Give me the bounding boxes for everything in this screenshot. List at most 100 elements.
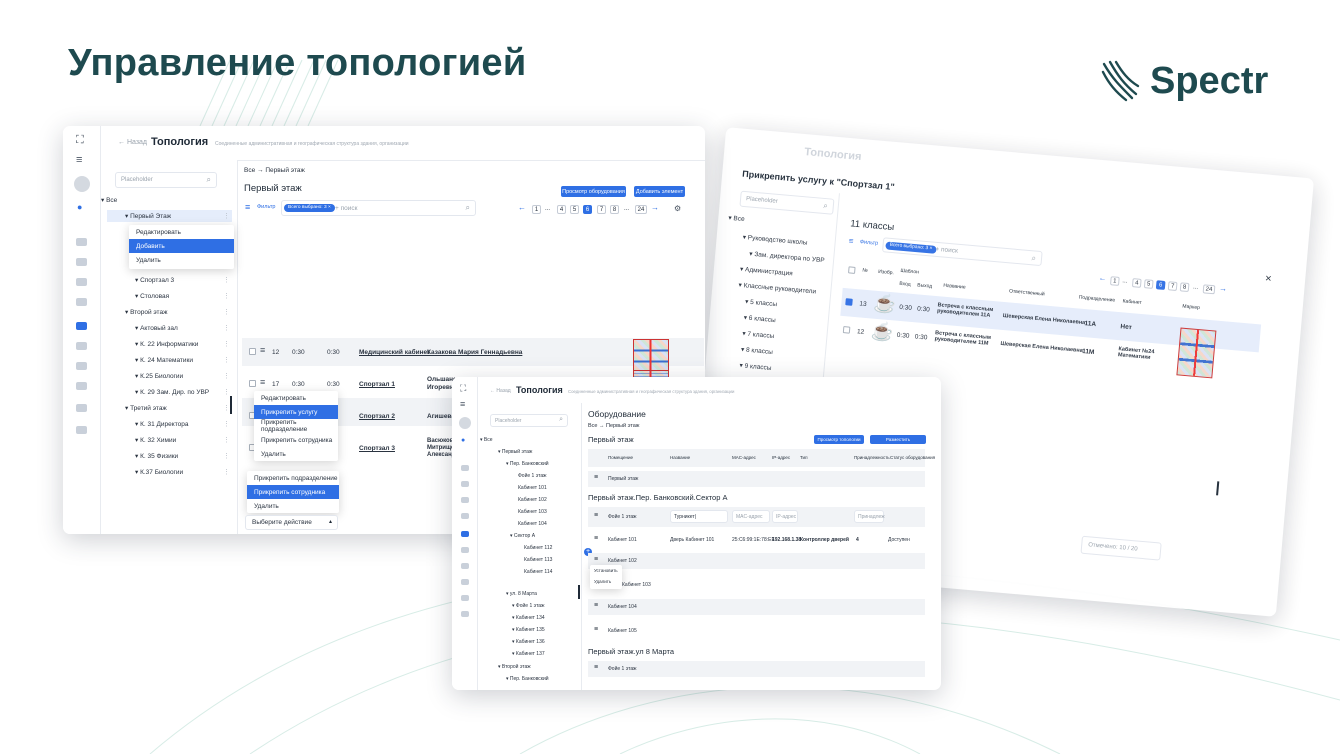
page-button[interactable]: 8 bbox=[610, 205, 619, 214]
page-button[interactable]: 5 bbox=[570, 205, 579, 214]
row-checkbox[interactable] bbox=[249, 348, 256, 355]
tree-item[interactable]: ▾ К.37 Биологии bbox=[135, 468, 183, 476]
camera-icon[interactable] bbox=[461, 497, 469, 503]
menu-item-delete[interactable]: Удалить bbox=[254, 447, 338, 461]
close-icon[interactable]: × bbox=[1265, 273, 1272, 286]
tree-item[interactable]: ▾ Пер. Банковский bbox=[506, 461, 549, 467]
row-checkbox[interactable] bbox=[842, 326, 851, 334]
menu-item-delete[interactable]: Удалить bbox=[129, 253, 234, 267]
tree-item[interactable]: Фойе 1 этаж bbox=[518, 473, 547, 479]
select-all-checkbox[interactable] bbox=[848, 266, 856, 274]
table-row[interactable]: ≡ Кабинет 105 bbox=[588, 623, 925, 639]
tree-item[interactable]: ▾ 5 классы bbox=[745, 297, 778, 308]
view-topology-button[interactable]: Просмотр топологии bbox=[814, 435, 864, 444]
filter-search-input[interactable]: Всего выбрано: 3 × + поиск ⌕ bbox=[881, 237, 1043, 267]
tree-item[interactable]: ▾ Сектор А bbox=[510, 533, 535, 539]
page-button[interactable]: 7 bbox=[597, 205, 606, 214]
more-icon[interactable]: ⋮ bbox=[223, 308, 230, 316]
drag-handle-icon[interactable]: ≡ bbox=[594, 556, 598, 563]
avatar[interactable] bbox=[74, 176, 90, 192]
table-row[interactable]: ≡ Кабинет 101 Дверь Кабинет 101 25:C6:99… bbox=[588, 531, 925, 549]
tree-item[interactable]: ▾ Актовый зал bbox=[135, 324, 178, 332]
filter-icon[interactable]: ≡ bbox=[245, 202, 250, 212]
team-icon[interactable] bbox=[461, 547, 469, 553]
table-row[interactable]: ≡ Первый этаж bbox=[588, 471, 925, 487]
table-row[interactable]: ≡ Кабинет 102 bbox=[588, 553, 925, 569]
drag-handle-icon[interactable]: ≡ bbox=[260, 377, 265, 387]
drag-handle-icon[interactable]: ≡ bbox=[594, 626, 598, 633]
filter-icon[interactable]: ≡ bbox=[848, 236, 853, 245]
tree-item[interactable]: ▾ К. 31 Директора bbox=[135, 420, 188, 428]
back-link[interactable]: ← Назад bbox=[490, 388, 511, 394]
tree-item[interactable]: ▾ ул. 8 Марта bbox=[506, 591, 537, 597]
scan-icon[interactable]: ⛶ bbox=[76, 134, 84, 147]
floor-plan-thumbnail[interactable] bbox=[1176, 327, 1217, 379]
next-page-icon[interactable]: → bbox=[1219, 284, 1228, 294]
wifi-icon[interactable] bbox=[461, 579, 469, 585]
id-card-icon[interactable] bbox=[461, 563, 469, 569]
avatar[interactable] bbox=[459, 417, 471, 429]
tree-item[interactable]: ▾ Кабинет 136 bbox=[512, 639, 545, 645]
tree-item[interactable]: ▾ К. 22 Информатики bbox=[135, 340, 198, 348]
tree-item[interactable]: Кабинет 112 bbox=[524, 545, 552, 551]
filter-search-input[interactable]: Всего выбрано: 3 × + поиск ⌕ bbox=[281, 200, 476, 216]
menu-item-attach-employee[interactable]: Прикрепить сотрудника bbox=[254, 433, 338, 447]
prev-page-icon[interactable]: ← bbox=[1098, 273, 1107, 283]
tree-item[interactable]: ▾ Фойе 1 этаж bbox=[512, 603, 544, 609]
drag-handle-icon[interactable]: ≡ bbox=[594, 535, 598, 542]
next-page-icon[interactable]: → bbox=[651, 203, 659, 212]
page-button-current[interactable]: 6 bbox=[583, 205, 592, 214]
view-equipment-button[interactable]: Просмотр оборудования bbox=[561, 186, 626, 197]
tree-item[interactable]: ▾ 8 классы bbox=[741, 345, 774, 356]
tree-item[interactable]: ▾ Кабинет 134 bbox=[512, 615, 545, 621]
name-input[interactable]: Турникет| bbox=[670, 510, 728, 523]
page-button[interactable]: 5 bbox=[1143, 279, 1154, 289]
user-icon[interactable] bbox=[461, 481, 469, 487]
more-icon[interactable]: ⋮ bbox=[223, 212, 230, 220]
tree-search-input[interactable]: Placeholder ⌕ bbox=[739, 190, 835, 215]
table-row[interactable]: ≡ Фойе 1 этаж Турникет| MAC-адрес IP-адр… bbox=[588, 507, 925, 527]
filter-label[interactable]: Фильтр bbox=[257, 204, 275, 210]
tree-item[interactable]: ▾ Администрация bbox=[740, 265, 793, 278]
topology-icon[interactable] bbox=[76, 322, 87, 330]
home-icon[interactable] bbox=[76, 238, 87, 246]
tree-item[interactable]: ▾ Первый Этаж bbox=[125, 212, 171, 220]
back-link[interactable]: ← Назад bbox=[118, 139, 147, 146]
tree-item[interactable]: ▾ К. 32 Химии bbox=[135, 436, 176, 444]
mac-input[interactable]: MAC-адрес bbox=[732, 510, 770, 523]
more-icon[interactable]: ⋮ bbox=[223, 452, 230, 460]
page-button[interactable]: 1 bbox=[1109, 276, 1120, 286]
menu-item-attach-department[interactable]: Прикрепить подразделение bbox=[247, 471, 339, 485]
drag-handle-icon[interactable]: ≡ bbox=[260, 345, 265, 355]
selected-chip[interactable]: Всего выбрано: 3 × bbox=[885, 241, 937, 254]
wifi-icon[interactable] bbox=[76, 382, 87, 390]
tree-item[interactable]: Кабинет 104 bbox=[518, 521, 547, 527]
prev-page-icon[interactable]: ← bbox=[518, 203, 526, 212]
drag-handle-icon[interactable]: ≡ bbox=[594, 474, 598, 481]
tree-item[interactable]: ▾ Столовая bbox=[135, 292, 169, 300]
tree-item[interactable]: Кабинет 114 bbox=[524, 569, 552, 575]
more-icon[interactable]: ⋮ bbox=[223, 388, 230, 396]
tree-item[interactable]: ▾ Третий этаж bbox=[125, 404, 167, 412]
tree-item[interactable]: ▾ Второй этаж bbox=[498, 664, 531, 670]
affiliation-input[interactable]: Принадлеж bbox=[854, 510, 885, 523]
id-card-icon[interactable] bbox=[76, 362, 87, 370]
team-icon[interactable] bbox=[76, 342, 87, 350]
tree-item[interactable]: ▾ К. 24 Математики bbox=[135, 356, 193, 364]
drag-handle-icon[interactable]: ≡ bbox=[594, 602, 598, 609]
more-icon[interactable]: ⋮ bbox=[223, 324, 230, 332]
tree-item[interactable]: ▾ К. 35 Физики bbox=[135, 452, 178, 460]
more-icon[interactable]: ⋮ bbox=[223, 436, 230, 444]
tree-item[interactable]: Кабинет 101 bbox=[518, 485, 547, 491]
more-icon[interactable]: ⋮ bbox=[223, 468, 230, 476]
tree-item[interactable]: ▾ К.25 Биологии bbox=[135, 372, 183, 380]
ip-input[interactable]: IP-адрес bbox=[772, 510, 798, 523]
tree-item[interactable]: ▾ 7 классы bbox=[742, 329, 775, 340]
row-checkbox[interactable] bbox=[845, 298, 853, 306]
tree-item[interactable]: Кабинет 102 bbox=[518, 497, 547, 503]
chat-icon[interactable] bbox=[461, 595, 469, 601]
bell-icon[interactable]: ● bbox=[461, 437, 465, 444]
menu-icon[interactable]: ≡ bbox=[460, 399, 465, 409]
tree-item[interactable]: ▾ Руководство школы bbox=[742, 233, 807, 247]
chart-icon[interactable] bbox=[76, 298, 87, 306]
